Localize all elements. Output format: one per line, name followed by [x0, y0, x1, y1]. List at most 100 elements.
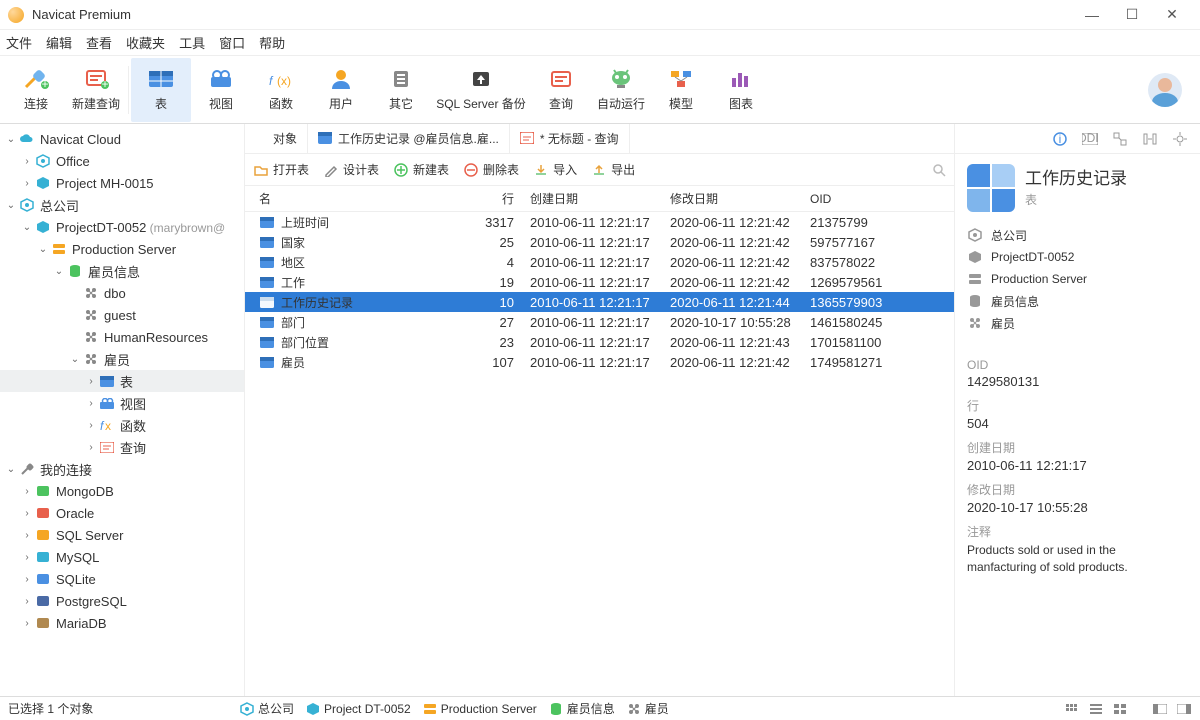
tree-node[interactable]: ⌄总公司 — [0, 194, 244, 216]
close-button[interactable]: ✕ — [1152, 0, 1192, 30]
breadcrumb-item[interactable]: Production Server — [423, 700, 537, 717]
tab-work-history[interactable]: 工作历史记录 @雇员信息.雇... — [308, 124, 510, 153]
table-row[interactable]: 雇员1072010-06-11 12:21:172020-06-11 12:21… — [245, 352, 954, 372]
connection-tree[interactable]: ⌄Navicat Cloud›Office›Project MH-0015⌄总公… — [0, 124, 245, 696]
table-row[interactable]: 上班时间33172010-06-11 12:21:172020-06-11 12… — [245, 212, 954, 232]
tree-twisty-icon[interactable]: › — [84, 376, 98, 387]
tree-node[interactable]: ⌄雇员 — [0, 348, 244, 370]
table-row[interactable]: 地区42010-06-11 12:21:172020-06-11 12:21:4… — [245, 252, 954, 272]
menu-file[interactable]: 文件 — [6, 33, 32, 52]
tree-node[interactable]: ⌄雇员信息 — [0, 260, 244, 282]
col-name[interactable]: 名 — [245, 190, 460, 207]
tree-node[interactable]: ›MySQL — [0, 546, 244, 568]
col-rows[interactable]: 行 — [460, 190, 530, 207]
col-created[interactable]: 创建日期 — [530, 190, 670, 207]
tree-node[interactable]: HumanResources — [0, 326, 244, 348]
info-icon[interactable]: i — [1052, 131, 1068, 147]
tab-objects[interactable]: 对象 — [253, 124, 308, 153]
tree-node[interactable]: ›Project MH-0015 — [0, 172, 244, 194]
tree-node[interactable]: ⌄我的连接 — [0, 458, 244, 480]
columns-icon[interactable] — [1142, 131, 1158, 147]
tree-twisty-icon[interactable]: › — [20, 178, 34, 189]
menu-window[interactable]: 窗口 — [219, 33, 245, 52]
breadcrumb-item[interactable]: 雇员 — [627, 700, 669, 717]
tree-node[interactable]: ›Office — [0, 150, 244, 172]
delete-table-button[interactable]: 删除表 — [463, 161, 519, 178]
tree-twisty-icon[interactable]: › — [20, 486, 34, 497]
menu-edit[interactable]: 编辑 — [46, 33, 72, 52]
tree-twisty-icon[interactable]: › — [84, 442, 98, 453]
panel-left-icon[interactable] — [1152, 702, 1168, 716]
tree-twisty-icon[interactable]: ⌄ — [36, 244, 50, 255]
breadcrumb-item[interactable]: Project DT-0052 — [306, 700, 411, 717]
new-query-button[interactable]: + 新建查询 — [66, 58, 126, 122]
relation-icon[interactable] — [1112, 131, 1128, 147]
tree-twisty-icon[interactable]: ⌄ — [52, 266, 66, 277]
connect-button[interactable]: + 连接 — [6, 58, 66, 122]
chart-button[interactable]: 图表 — [711, 58, 771, 122]
tree-twisty-icon[interactable]: › — [20, 552, 34, 563]
menu-favorites[interactable]: 收藏夹 — [126, 33, 165, 52]
tree-twisty-icon[interactable]: › — [20, 574, 34, 585]
function-button[interactable]: f(x) 函数 — [251, 58, 311, 122]
query-button[interactable]: 查询 — [531, 58, 591, 122]
tree-node[interactable]: ›表 — [0, 370, 244, 392]
maximize-button[interactable]: ☐ — [1112, 0, 1152, 30]
col-modified[interactable]: 修改日期 — [670, 190, 810, 207]
tree-twisty-icon[interactable]: › — [20, 156, 34, 167]
breadcrumb-item[interactable]: 总公司 — [240, 700, 294, 717]
table-row[interactable]: 国家252010-06-11 12:21:172020-06-11 12:21:… — [245, 232, 954, 252]
tree-node[interactable]: ›视图 — [0, 392, 244, 414]
view-button[interactable]: 视图 — [191, 58, 251, 122]
tree-node[interactable]: ›fx函数 — [0, 414, 244, 436]
menu-help[interactable]: 帮助 — [259, 33, 285, 52]
design-table-button[interactable]: 设计表 — [323, 161, 379, 178]
user-avatar[interactable] — [1148, 73, 1182, 107]
view-list-icon[interactable] — [1088, 702, 1104, 716]
other-button[interactable]: 其它 — [371, 58, 431, 122]
new-table-button[interactable]: 新建表 — [393, 161, 449, 178]
breadcrumb-item[interactable]: 雇员信息 — [549, 700, 615, 717]
tree-node[interactable]: ⌄ProjectDT-0052 (marybrown@ — [0, 216, 244, 238]
tree-node[interactable]: ›Oracle — [0, 502, 244, 524]
model-button[interactable]: 模型 — [651, 58, 711, 122]
table-row[interactable]: 部门272010-06-11 12:21:172020-10-17 10:55:… — [245, 312, 954, 332]
tree-node[interactable]: ›查询 — [0, 436, 244, 458]
tree-node[interactable]: ›PostgreSQL — [0, 590, 244, 612]
tree-twisty-icon[interactable]: ⌄ — [20, 222, 34, 233]
table-row[interactable]: 部门位置232010-06-11 12:21:172020-06-11 12:2… — [245, 332, 954, 352]
export-button[interactable]: 导出 — [591, 161, 635, 178]
ddl-icon[interactable]: DDL — [1082, 131, 1098, 147]
tree-twisty-icon[interactable]: › — [20, 508, 34, 519]
autorun-button[interactable]: 自动运行 — [591, 58, 651, 122]
tree-twisty-icon[interactable]: › — [84, 420, 98, 431]
tree-node[interactable]: dbo — [0, 282, 244, 304]
panel-right-icon[interactable] — [1176, 702, 1192, 716]
search-icon[interactable] — [932, 163, 946, 177]
tree-node[interactable]: ›SQLite — [0, 568, 244, 590]
tree-twisty-icon[interactable]: ⌄ — [4, 464, 18, 475]
col-oid[interactable]: OID — [810, 192, 954, 206]
minimize-button[interactable]: — — [1072, 0, 1112, 30]
tree-twisty-icon[interactable]: › — [84, 398, 98, 409]
table-row[interactable]: 工作历史记录102010-06-11 12:21:172020-06-11 12… — [245, 292, 954, 312]
backup-button[interactable]: SQL Server 备份 — [431, 58, 531, 122]
table-row[interactable]: 工作192010-06-11 12:21:172020-06-11 12:21:… — [245, 272, 954, 292]
tree-node[interactable]: ›MongoDB — [0, 480, 244, 502]
view-detail-icon[interactable] — [1112, 702, 1128, 716]
tree-twisty-icon[interactable]: › — [20, 530, 34, 541]
view-grid-icon[interactable] — [1064, 702, 1080, 716]
tree-node[interactable]: guest — [0, 304, 244, 326]
tree-twisty-icon[interactable]: › — [20, 618, 34, 629]
tab-untitled-query[interactable]: * 无标题 - 查询 — [510, 124, 630, 153]
tree-node[interactable]: ›MariaDB — [0, 612, 244, 634]
import-button[interactable]: 导入 — [533, 161, 577, 178]
open-table-button[interactable]: 打开表 — [253, 161, 309, 178]
tree-node[interactable]: ›SQL Server — [0, 524, 244, 546]
table-button[interactable]: 表 — [131, 58, 191, 122]
menu-view[interactable]: 查看 — [86, 33, 112, 52]
user-button[interactable]: 用户 — [311, 58, 371, 122]
tree-twisty-icon[interactable]: ⌄ — [4, 200, 18, 211]
tree-twisty-icon[interactable]: › — [20, 596, 34, 607]
tree-twisty-icon[interactable]: ⌄ — [4, 134, 18, 145]
